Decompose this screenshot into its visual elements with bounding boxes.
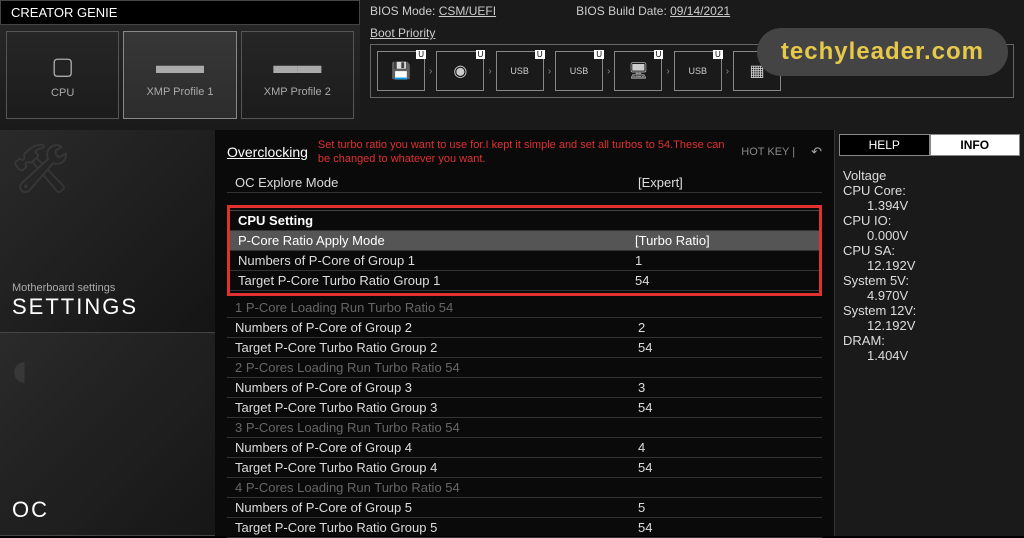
setting-row: 1 P-Core Loading Run Turbo Ratio 54 [227, 298, 822, 318]
annotation-note: Set turbo ratio you want to use for.I ke… [318, 138, 731, 167]
boot-device-1[interactable]: ◉U [436, 51, 484, 91]
setting-row[interactable]: Numbers of P-Core of Group 44 [227, 438, 822, 458]
setting-row: 3 P-Cores Loading Run Turbo Ratio 54 [227, 418, 822, 438]
voltage-label: CPU SA: [843, 243, 1016, 258]
setting-row[interactable]: Numbers of P-Core of Group 55 [227, 498, 822, 518]
boot-device-4[interactable]: 🖥U [614, 51, 662, 91]
voltage-value: 0.000V [843, 228, 1016, 243]
overclocking-title: Overclocking [227, 144, 308, 160]
setting-row[interactable]: Numbers of P-Core of Group 33 [227, 378, 822, 398]
tab-info[interactable]: INFO [930, 134, 1021, 156]
setting-row[interactable]: Target P-Core Turbo Ratio Group 554 [227, 518, 822, 538]
ram-icon: ▬▬ [273, 52, 321, 80]
profile-tab-0[interactable]: ▢CPU [6, 31, 119, 119]
boot-device-0[interactable]: 💾U [377, 51, 425, 91]
watermark: techyleader.com [757, 28, 1008, 76]
voltage-value: 1.394V [843, 198, 1016, 213]
setting-row[interactable]: Numbers of P-Core of Group 22 [227, 318, 822, 338]
settings-sublabel: Motherboard settings [12, 282, 203, 294]
setting-row: 2 P-Cores Loading Run Turbo Ratio 54 [227, 358, 822, 378]
voltage-value: 4.970V [843, 288, 1016, 303]
voltage-value: 12.192V [843, 318, 1016, 333]
setting-row[interactable]: P-Core Ratio Apply Mode[Turbo Ratio] [230, 231, 819, 251]
sidebar-item-oc[interactable]: ◐ OC [0, 333, 215, 536]
bios-mode: BIOS Mode: CSM/UEFI [370, 4, 496, 18]
undo-icon[interactable]: ↶ [811, 144, 822, 160]
voltage-label: CPU IO: [843, 213, 1016, 228]
setting-row[interactable]: Target P-Core Turbo Ratio Group 254 [227, 338, 822, 358]
setting-row[interactable]: Numbers of P-Core of Group 11 [230, 251, 819, 271]
oc-label: OC [12, 497, 203, 523]
creator-genie-label: CREATOR GENIE [0, 0, 360, 25]
ram-icon: ▬▬ [156, 52, 204, 80]
tools-icon: 🛠 [10, 140, 71, 197]
setting-row[interactable]: Target P-Core Turbo Ratio Group 154 [230, 271, 819, 291]
tab-help[interactable]: HELP [839, 134, 930, 156]
cpu-icon: ▢ [51, 52, 74, 81]
hotkey-label: HOT KEY | [741, 146, 795, 158]
profile-tab-1[interactable]: ▬▬XMP Profile 1 [123, 31, 236, 119]
voltage-label: System 5V: [843, 273, 1016, 288]
boot-device-3[interactable]: USBU [555, 51, 603, 91]
voltage-header: Voltage [843, 168, 1016, 183]
setting-row[interactable]: Target P-Core Turbo Ratio Group 354 [227, 398, 822, 418]
cpu-setting-header: CPU Setting [230, 210, 819, 231]
setting-row[interactable]: Target P-Core Turbo Ratio Group 454 [227, 458, 822, 478]
bios-build-date: BIOS Build Date: 09/14/2021 [576, 4, 730, 18]
boot-device-5[interactable]: USBU [674, 51, 722, 91]
settings-label: SETTINGS [12, 294, 203, 320]
highlight-box: CPU Setting P-Core Ratio Apply Mode[Turb… [227, 205, 822, 296]
voltage-value: 12.192V [843, 258, 1016, 273]
gauge-icon: ◐ [10, 343, 39, 398]
voltage-label: CPU Core: [843, 183, 1016, 198]
boot-device-2[interactable]: USBU [496, 51, 544, 91]
setting-row: 4 P-Cores Loading Run Turbo Ratio 54 [227, 478, 822, 498]
voltage-value: 1.404V [843, 348, 1016, 363]
voltage-label: DRAM: [843, 333, 1016, 348]
profile-tab-2[interactable]: ▬▬XMP Profile 2 [241, 31, 354, 119]
setting-oc-explore-mode[interactable]: OC Explore Mode [Expert] [227, 173, 822, 193]
voltage-label: System 12V: [843, 303, 1016, 318]
sidebar-item-settings[interactable]: 🛠 Motherboard settings SETTINGS [0, 130, 215, 333]
